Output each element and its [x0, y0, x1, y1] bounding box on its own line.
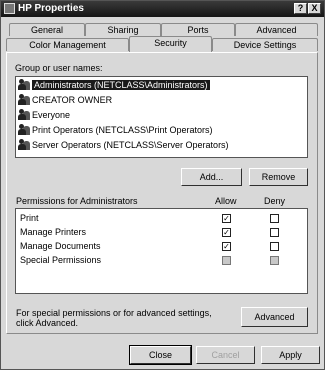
list-item[interactable]: Server Operators (NETCLASS\Server Operat… [18, 139, 304, 152]
permission-name: Special Permissions [20, 255, 102, 265]
close-window-button[interactable]: X [308, 3, 321, 14]
apply-button[interactable]: Apply [261, 346, 320, 364]
user-name: Administrators (NETCLASS\Administrators) [32, 80, 210, 90]
cancel-button: Cancel [196, 346, 255, 364]
group-users-label: Group or user names: [15, 63, 103, 73]
user-group-icon [18, 94, 30, 105]
deny-checkbox[interactable] [270, 228, 279, 237]
permissions-list: Print ✓ Manage Printers ✓ Manage Documen… [15, 208, 308, 294]
tab-security[interactable]: Security [129, 36, 212, 52]
deny-checkbox[interactable] [270, 242, 279, 251]
printer-icon [4, 3, 15, 14]
list-item[interactable]: Everyone [18, 109, 304, 122]
permission-row: Manage Documents [20, 240, 305, 252]
tab-general[interactable]: General [9, 23, 85, 36]
list-item[interactable]: Administrators (NETCLASS\Administrators) [18, 79, 304, 92]
tab-ports[interactable]: Ports [161, 23, 235, 36]
close-button[interactable]: Close [129, 345, 192, 365]
user-name: Print Operators (NETCLASS\Print Operator… [32, 125, 213, 135]
user-group-icon [18, 79, 30, 90]
allow-column-header: Allow [215, 196, 237, 206]
allow-checkbox[interactable]: ✓ [222, 228, 231, 237]
advanced-button[interactable]: Advanced [241, 307, 308, 327]
permission-name: Manage Documents [20, 241, 101, 251]
advanced-note: For special permissions or for advanced … [16, 308, 212, 328]
user-list[interactable]: Administrators (NETCLASS\Administrators)… [15, 76, 308, 158]
user-name: Server Operators (NETCLASS\Server Operat… [32, 140, 229, 150]
help-button[interactable]: ? [294, 3, 307, 14]
user-group-icon [18, 124, 30, 135]
allow-checkbox[interactable]: ✓ [222, 214, 231, 223]
window-title: HP Properties [18, 3, 84, 14]
permission-name: Print [20, 213, 39, 223]
remove-button[interactable]: Remove [249, 168, 308, 186]
permission-row: Print [20, 212, 305, 224]
add-button[interactable]: Add... [181, 168, 242, 186]
list-item[interactable]: Print Operators (NETCLASS\Print Operator… [18, 124, 304, 137]
deny-checkbox[interactable] [270, 214, 279, 223]
allow-checkbox[interactable]: ✓ [222, 242, 231, 251]
list-item[interactable]: CREATOR OWNER [18, 94, 304, 107]
deny-column-header: Deny [264, 196, 286, 206]
tab-sharing[interactable]: Sharing [85, 23, 161, 36]
permission-row: Special Permissions [20, 254, 305, 266]
user-name: Everyone [32, 110, 71, 120]
user-group-icon [18, 109, 30, 120]
allow-checkbox [222, 256, 231, 265]
user-name: CREATOR OWNER [32, 95, 113, 105]
tab-color-management[interactable]: Color Management [6, 38, 129, 51]
deny-checkbox [270, 256, 279, 265]
tab-advanced[interactable]: Advanced [235, 23, 318, 36]
permission-name: Manage Printers [20, 227, 87, 237]
title-bar[interactable]: HP Properties ? X [1, 1, 324, 17]
properties-dialog: HP Properties ? X General Sharing Ports … [0, 0, 325, 370]
user-group-icon [18, 139, 30, 150]
permission-row: Manage Printers [20, 226, 305, 238]
permissions-label: Permissions for Administrators [16, 196, 138, 206]
tab-device-settings[interactable]: Device Settings [212, 38, 318, 51]
